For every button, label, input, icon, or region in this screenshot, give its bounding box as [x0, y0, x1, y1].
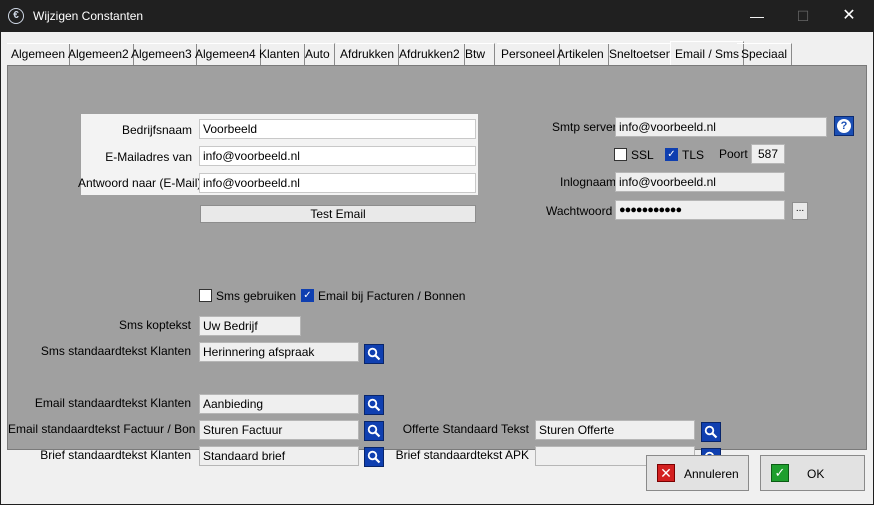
reply-to-label: Antwoord naar (E-Mail) — [78, 176, 202, 190]
password-input[interactable]: ●●●●●●●●●●● — [615, 200, 785, 220]
tls-label: TLS — [682, 148, 705, 162]
email-from-input[interactable]: info@voorbeeld.nl — [199, 146, 476, 166]
quote-text-input[interactable]: Sturen Offerte — [535, 420, 695, 440]
email-invoices-checkbox[interactable]: ✓ — [301, 289, 314, 302]
cancel-icon: ✕ — [657, 464, 675, 482]
port-input[interactable]: 587 — [751, 144, 785, 164]
email-invoices-label: Email bij Facturen / Bonnen — [318, 289, 466, 303]
smtp-server-label: Smtp server — [552, 120, 617, 134]
help-icon: ? — [837, 119, 851, 133]
tab-personeel[interactable]: Personeel — [497, 43, 561, 65]
email-invoice-search-button[interactable] — [364, 421, 384, 441]
password-options-button[interactable]: ... — [792, 202, 808, 220]
search-icon — [704, 425, 718, 439]
search-icon — [367, 347, 381, 361]
test-email-button[interactable]: Test Email — [200, 205, 476, 223]
tab-auto[interactable]: Auto — [301, 43, 335, 65]
smtp-server-input[interactable]: info@voorbeeld.nl — [615, 117, 827, 137]
search-icon — [367, 398, 381, 412]
tab-sneltoetsen[interactable]: Sneltoetsen — [605, 43, 678, 65]
cancel-button[interactable]: ✕ Annuleren — [646, 455, 749, 491]
quote-text-label: Offerte Standaard Tekst — [402, 422, 529, 436]
sms-std-text-search-button[interactable] — [364, 344, 384, 364]
close-button[interactable]: ✕ — [826, 0, 872, 32]
email-invoice-input[interactable]: Sturen Factuur — [199, 420, 359, 440]
minimize-button[interactable]: — — [734, 0, 780, 32]
password-label: Wachtwoord — [546, 204, 613, 218]
email-from-label: E-Mailadres van — [105, 150, 192, 164]
tab-afdrukken2[interactable]: Afdrukken2 — [395, 43, 465, 65]
company-name-input[interactable]: Voorbeeld — [199, 119, 476, 139]
email-customers-search-button[interactable] — [364, 395, 384, 415]
tab-klanten[interactable]: Klanten — [255, 43, 305, 65]
sms-std-text-input[interactable]: Herinnering afspraak — [199, 342, 359, 362]
search-icon — [367, 424, 381, 438]
quote-text-search-button[interactable] — [701, 422, 721, 442]
dialog-body: Algemeen Algemeen2 Algemeen3 Algemeen4 K… — [1, 32, 873, 504]
ok-label: OK — [807, 467, 825, 481]
email-sms-panel: Bedrijfsnaam Voorbeeld E-Mailadres van i… — [7, 65, 867, 468]
letter-apk-label: Brief standaardtekst APK — [395, 448, 529, 462]
tab-artikelen[interactable]: Artikelen — [553, 43, 609, 65]
reply-to-input[interactable]: info@voorbeeld.nl — [199, 173, 476, 193]
letter-customers-input[interactable]: Standaard brief — [199, 446, 359, 466]
tab-speciaal[interactable]: Speciaal — [737, 43, 793, 65]
ssl-checkbox[interactable] — [614, 148, 627, 161]
check-icon: ✓ — [771, 464, 789, 482]
help-button[interactable]: ? — [834, 116, 854, 136]
tab-algemeen3[interactable]: Algemeen3 — [127, 43, 197, 65]
ssl-label: SSL — [631, 148, 654, 162]
tab-algemeen[interactable]: Algemeen — [7, 43, 71, 65]
tab-btw[interactable]: Btw — [461, 43, 495, 65]
email-customers-label: Email standaardtekst Klanten — [34, 396, 191, 410]
title-bar: € Wijzigen Constanten — ☐ ✕ — [0, 0, 874, 32]
app-logo-icon: € — [8, 8, 24, 24]
tab-algemeen2[interactable]: Algemeen2 — [64, 43, 134, 65]
cancel-label: Annuleren — [684, 467, 739, 481]
tab-afdrukken[interactable]: Afdrukken — [336, 43, 400, 65]
port-label: Poort — [719, 147, 748, 161]
sms-use-label: Sms gebruiken — [216, 289, 297, 303]
company-name-label: Bedrijfsnaam — [121, 123, 192, 137]
login-name-input[interactable]: info@voorbeeld.nl — [615, 172, 785, 192]
tab-email-sms[interactable]: Email / Sms — [670, 41, 745, 66]
email-customers-input[interactable]: Aanbieding — [199, 394, 359, 414]
ok-button[interactable]: ✓ OK — [760, 455, 865, 491]
tab-algemeen4[interactable]: Algemeen4 — [191, 43, 261, 65]
window-title: Wijzigen Constanten — [33, 9, 144, 23]
sms-std-text-label: Sms standaardtekst Klanten — [40, 344, 191, 358]
letter-customers-search-button[interactable] — [364, 447, 384, 467]
maximize-button[interactable]: ☐ — [780, 0, 826, 32]
email-invoice-label: Email standaardtekst Factuur / Bon — [8, 422, 196, 436]
sms-header-label: Sms koptekst — [118, 318, 191, 332]
sms-use-checkbox[interactable] — [199, 289, 212, 302]
tls-checkbox[interactable]: ✓ — [665, 148, 678, 161]
login-name-label: Inlognaam — [560, 175, 617, 189]
sms-header-input[interactable]: Uw Bedrijf — [199, 316, 301, 336]
search-icon — [367, 450, 381, 464]
letter-customers-label: Brief standaardtekst Klanten — [40, 448, 191, 462]
